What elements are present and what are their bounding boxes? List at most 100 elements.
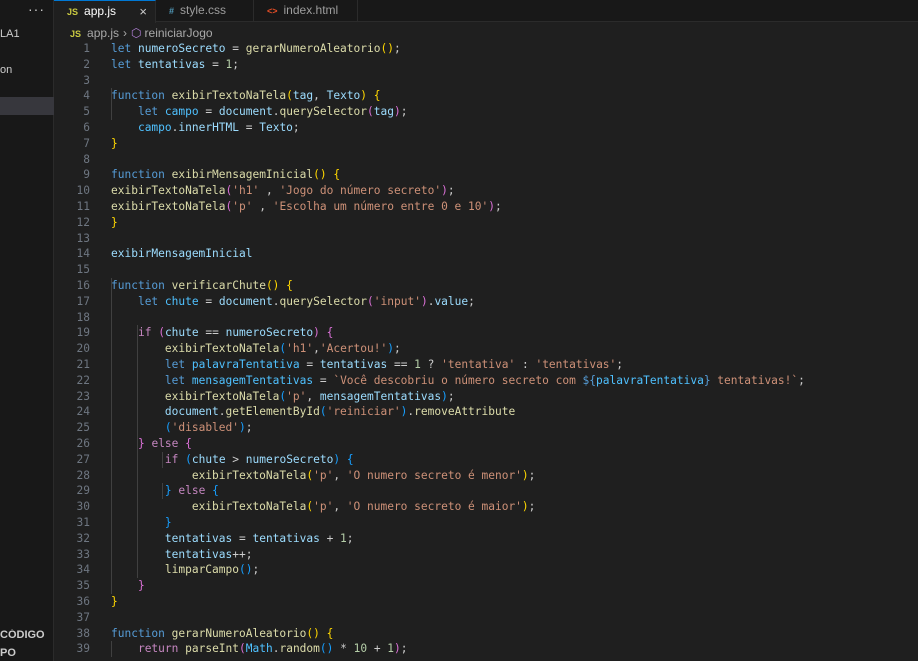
explorer-item-file[interactable]: on — [0, 64, 54, 76]
explorer-section-timeline[interactable]: PO — [0, 647, 54, 659]
line-number: 37 — [76, 610, 90, 624]
close-icon[interactable]: × — [139, 1, 147, 22]
html-file-icon: <> — [267, 6, 278, 16]
code-text: tentativas = tentativas + 1; — [164, 531, 354, 545]
tab-label: index.html — [283, 3, 339, 17]
indent-guide — [136, 436, 138, 579]
more-actions-icon[interactable]: ··· — [28, 0, 45, 22]
breadcrumb-file[interactable]: app.js — [87, 26, 119, 40]
code-text: if (chute > numeroSecreto) { — [164, 452, 354, 466]
line-number: 9 — [83, 168, 90, 182]
code-text: exibirTextoNaTela('p', mensagemTentativa… — [164, 389, 455, 403]
line-number: 14 — [76, 247, 90, 261]
indent-guide — [111, 278, 112, 594]
indent-guide — [111, 88, 112, 120]
line-number: 22 — [76, 373, 90, 387]
chevron-right-icon: › — [123, 26, 128, 40]
code-text: } — [164, 516, 172, 529]
editor-tab-bar: JS app.js × # style.css <> index.html — [54, 0, 918, 23]
line-number: 21 — [76, 358, 90, 371]
line-number: 13 — [76, 231, 90, 245]
code-text: ('disabled'); — [164, 421, 253, 435]
line-number: 35 — [76, 579, 90, 593]
code-text: limparCampo(); — [164, 563, 260, 577]
line-number: 39 — [76, 642, 90, 656]
code-text: } else { — [164, 484, 219, 498]
tab-label: style.css — [180, 3, 227, 17]
tab-label: app.js — [84, 4, 117, 18]
breadcrumb: JS app.js › ⬡ reiniciarJogo — [70, 25, 213, 41]
tab-app-js[interactable]: JS app.js × — [54, 0, 156, 23]
code-text: } — [111, 136, 118, 150]
breadcrumb-symbol[interactable]: reiniciarJogo — [145, 26, 213, 40]
line-number: 15 — [76, 263, 90, 277]
code-text: exibirTextoNaTela('p', 'O numero secreto… — [191, 500, 536, 514]
line-number: 7 — [83, 136, 90, 150]
line-number: 30 — [76, 500, 90, 514]
line-number: 5 — [83, 105, 90, 119]
css-file-icon: # — [169, 6, 175, 16]
code-text: let palavraTentativa = tentativas == 1 ?… — [164, 358, 624, 371]
line-number: 28 — [76, 468, 90, 482]
code-text: tentativas++; — [164, 547, 253, 561]
code-text: if (chute == numeroSecreto) { — [137, 326, 334, 340]
code-text: campo.innerHTML = Texto; — [137, 121, 300, 134]
code-text: exibirTextoNaTela('p', 'O numero secreto… — [191, 468, 536, 482]
code-text: let numeroSecreto = gerarNumeroAleatorio… — [111, 42, 401, 55]
indent-guide — [162, 483, 164, 500]
line-number: 6 — [83, 121, 90, 134]
line-number: 33 — [76, 547, 90, 561]
line-number: 20 — [76, 342, 90, 356]
line-number: 16 — [76, 279, 90, 292]
tab-style-css[interactable]: # style.css — [156, 0, 254, 22]
line-number: 2 — [83, 57, 90, 71]
line-number: 4 — [83, 89, 90, 103]
indent-guide — [162, 451, 164, 468]
line-number: 26 — [76, 437, 90, 450]
line-number: 18 — [76, 310, 90, 324]
code-text: let mensagemTentativas = `Você descobriu… — [164, 373, 805, 387]
code-text: document.getElementById('reiniciar').rem… — [164, 405, 516, 419]
line-number: 38 — [76, 626, 90, 640]
line-number: 24 — [76, 405, 90, 419]
line-number: 31 — [76, 516, 90, 529]
line-number: 1 — [83, 42, 90, 55]
explorer-selected-item[interactable] — [0, 97, 54, 115]
code-text: } — [111, 215, 118, 229]
explorer-sidebar: ··· LA1 on CÓDIGO PO — [0, 0, 54, 661]
line-number: 29 — [76, 484, 90, 498]
line-number: 3 — [83, 73, 90, 87]
line-number: 23 — [76, 389, 90, 403]
explorer-section-codigo[interactable]: CÓDIGO — [0, 629, 54, 641]
code-text: let chute = document.querySelector('inpu… — [137, 294, 475, 308]
code-text: return parseInt(Math.random() * 10 + 1); — [137, 642, 408, 656]
code-text: exibirMensagemInicial — [111, 247, 253, 261]
line-number: 11 — [76, 200, 90, 213]
code-text: exibirTextoNaTela('h1' , 'Jogo do número… — [111, 184, 455, 198]
code-text: exibirTextoNaTela('p' , 'Escolha um núme… — [111, 200, 502, 213]
line-number: 36 — [76, 595, 90, 608]
explorer-item-folder[interactable]: LA1 — [0, 28, 54, 40]
code-text: function exibirTextoNaTela(tag, Texto) { — [111, 89, 381, 103]
line-number: 12 — [76, 215, 90, 229]
line-number: 17 — [76, 294, 90, 308]
code-text: } — [111, 595, 118, 608]
line-number: 25 — [76, 421, 90, 435]
javascript-file-icon: JS — [70, 29, 82, 39]
line-number: 32 — [76, 531, 90, 545]
line-number: 10 — [76, 184, 90, 198]
line-number: 27 — [76, 452, 90, 466]
code-text: let tentativas = 1; — [111, 57, 240, 71]
code-text: function exibirMensagemInicial() { — [111, 168, 341, 182]
code-editor[interactable]: 1 let numeroSecreto = gerarNumeroAleatori… — [54, 41, 918, 661]
tab-index-html[interactable]: <> index.html — [254, 0, 358, 22]
javascript-file-icon: JS — [67, 7, 79, 17]
code-text: function gerarNumeroAleatorio() { — [111, 626, 334, 640]
line-number: 34 — [76, 563, 90, 577]
indent-guide — [136, 325, 138, 436]
code-text: } else { — [137, 437, 192, 450]
code-text: let campo = document.querySelector(tag); — [137, 105, 408, 119]
line-number: 19 — [76, 326, 90, 340]
line-number: 8 — [83, 152, 90, 166]
code-text: function verificarChute() { — [111, 279, 293, 292]
